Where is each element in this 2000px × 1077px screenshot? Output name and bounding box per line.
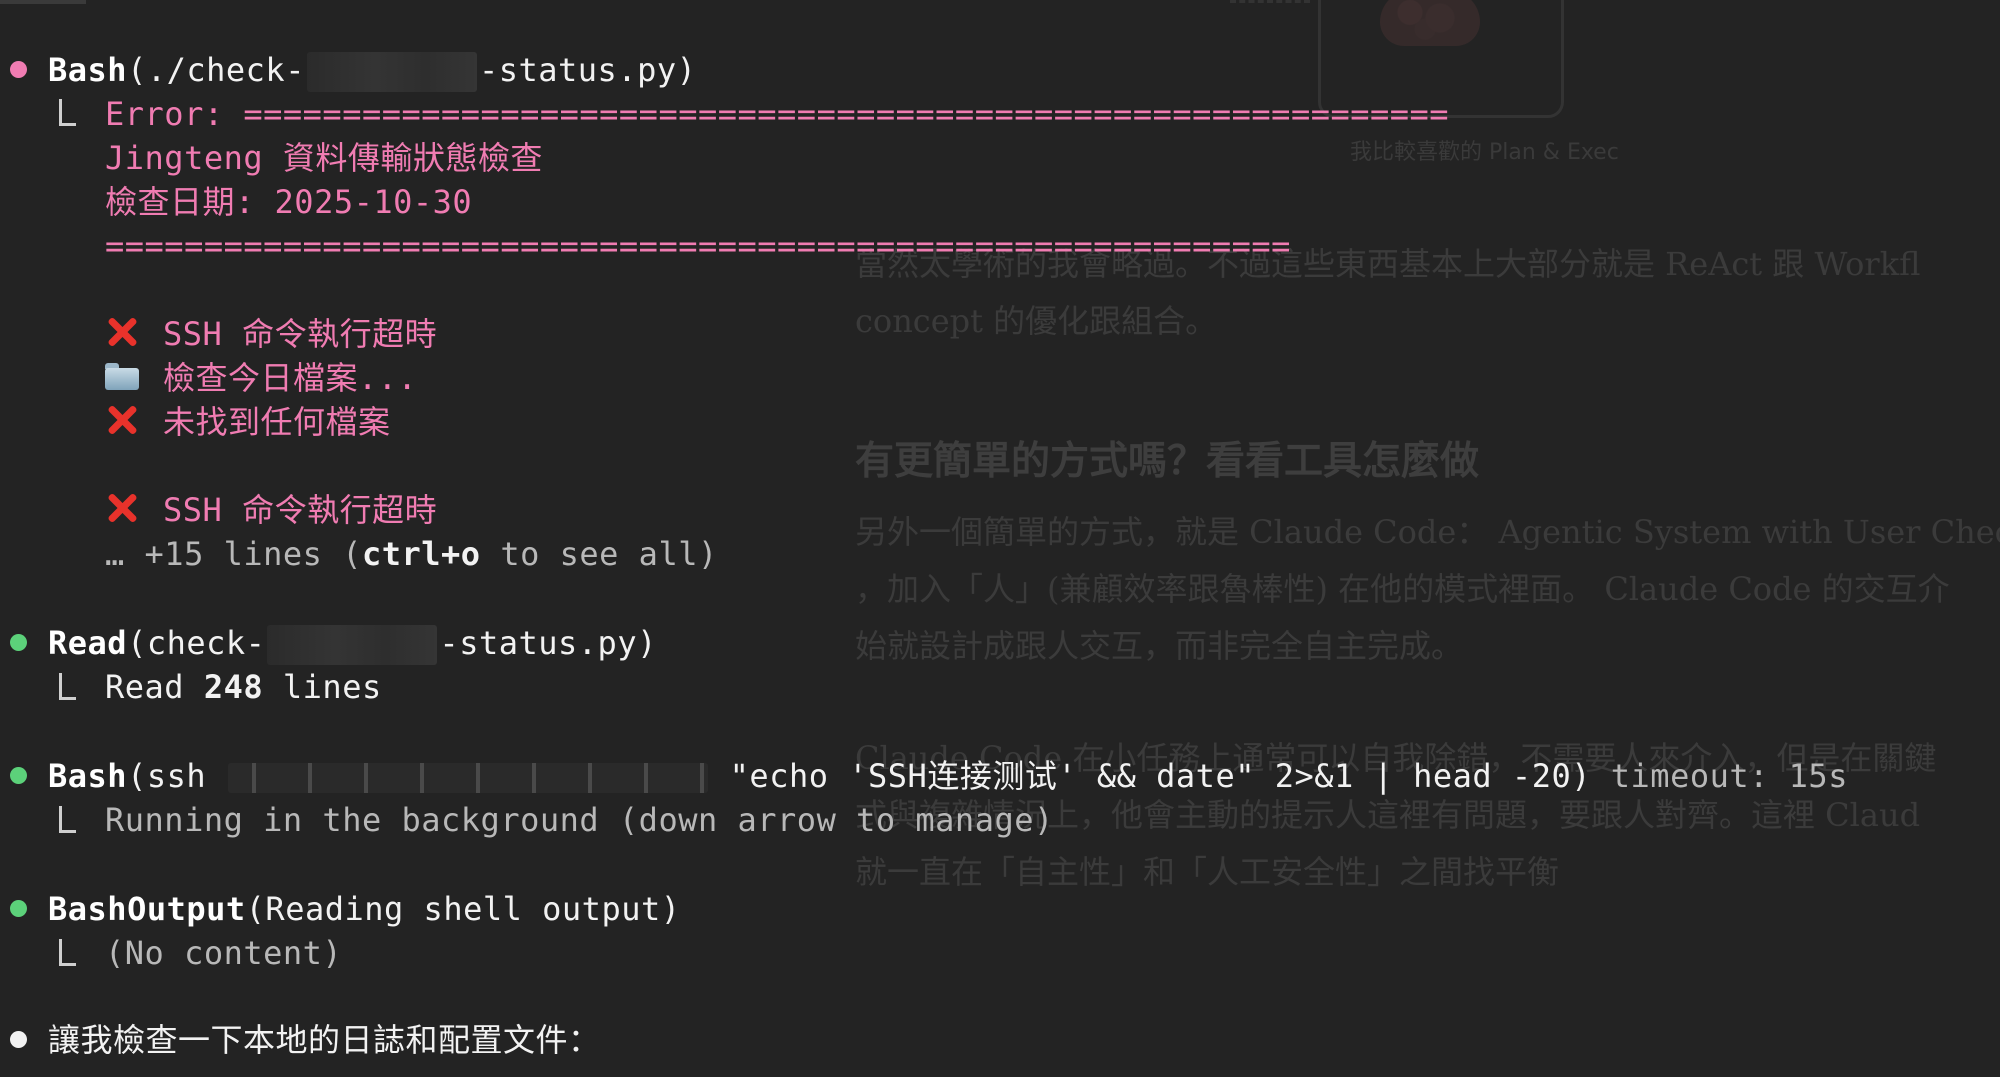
cross-mark-icon [105,315,139,349]
success-status-dot [10,767,27,784]
separator: ========================================… [243,95,1450,133]
success-status-dot [10,900,27,917]
tool-call-line: Bash(ssh "echo 'SSH连接测试' && date" 2>&1 |… [48,754,1848,798]
assistant-message: 讓我檢查一下本地的日誌和配置文件： [48,1021,601,1059]
tool-result: Read 248 lines [105,668,382,706]
error-title: Jingteng 資料傳輸狀態檢查 [105,139,543,177]
redacted-text [306,52,477,92]
tool-args-prefix: (ssh [127,757,226,795]
timeout-label: timeout: 15s [1610,757,1848,795]
tool-name: Bash [48,51,128,89]
tool-args-suffix: -status.py) [439,624,657,662]
keyboard-shortcut: ctrl+o [361,535,481,573]
redacted-text [267,625,438,665]
tool-name: Bash [48,757,128,795]
screen: 我比較喜歡的 Plan & Exec 當然太學術的我會略過。不過這些東西基本上大… [0,0,2000,1077]
error-message: SSH 命令執行超時 [105,312,437,356]
error-message: 未找到任何檔案 [105,400,391,444]
terminal-output[interactable]: Bash(./check- -status.py) Error: ========… [0,0,2000,1077]
tool-name: Read [48,624,128,662]
error-status-dot [10,61,27,78]
folder-icon [105,363,139,391]
result-connector [59,806,76,833]
tool-args-prefix: (./check- [127,51,305,89]
separator: ========================================… [105,227,1291,265]
result-connector [59,99,76,126]
tool-call-line: Bash(./check- -status.py) [48,48,696,92]
success-status-dot [10,634,27,651]
tool-args-prefix: (check- [127,624,266,662]
error-date: 檢查日期: 2025-10-30 [105,183,473,221]
cross-mark-icon [105,491,139,525]
line-count: 248 [203,668,264,706]
tool-call-line: Read(check- -status.py) [48,621,657,665]
info-message: 檢查今日檔案... [105,356,417,400]
tool-result: (No content) [105,934,343,972]
tool-call-line: BashOutput(Reading shell output) [48,887,681,931]
tool-result: Running in the background (down arrow to… [105,801,1054,839]
redacted-text [227,763,708,793]
result-connector [59,673,76,700]
tool-args-suffix: "echo 'SSH连接测试' && date" 2>&1 | head -20… [709,757,1611,795]
error-header: Error: =================================… [105,92,1449,136]
expand-hint[interactable]: … +15 lines (ctrl+o to see all) [105,532,718,576]
tool-args-suffix: -status.py) [478,51,697,89]
tool-name: BashOutput [48,890,246,928]
result-connector [59,939,76,966]
error-message: SSH 命令執行超時 [105,488,437,532]
cross-mark-icon [105,403,139,437]
tool-args: (Reading shell output) [245,890,681,928]
error-label: Error: [105,95,244,133]
message-dot [10,1031,27,1048]
